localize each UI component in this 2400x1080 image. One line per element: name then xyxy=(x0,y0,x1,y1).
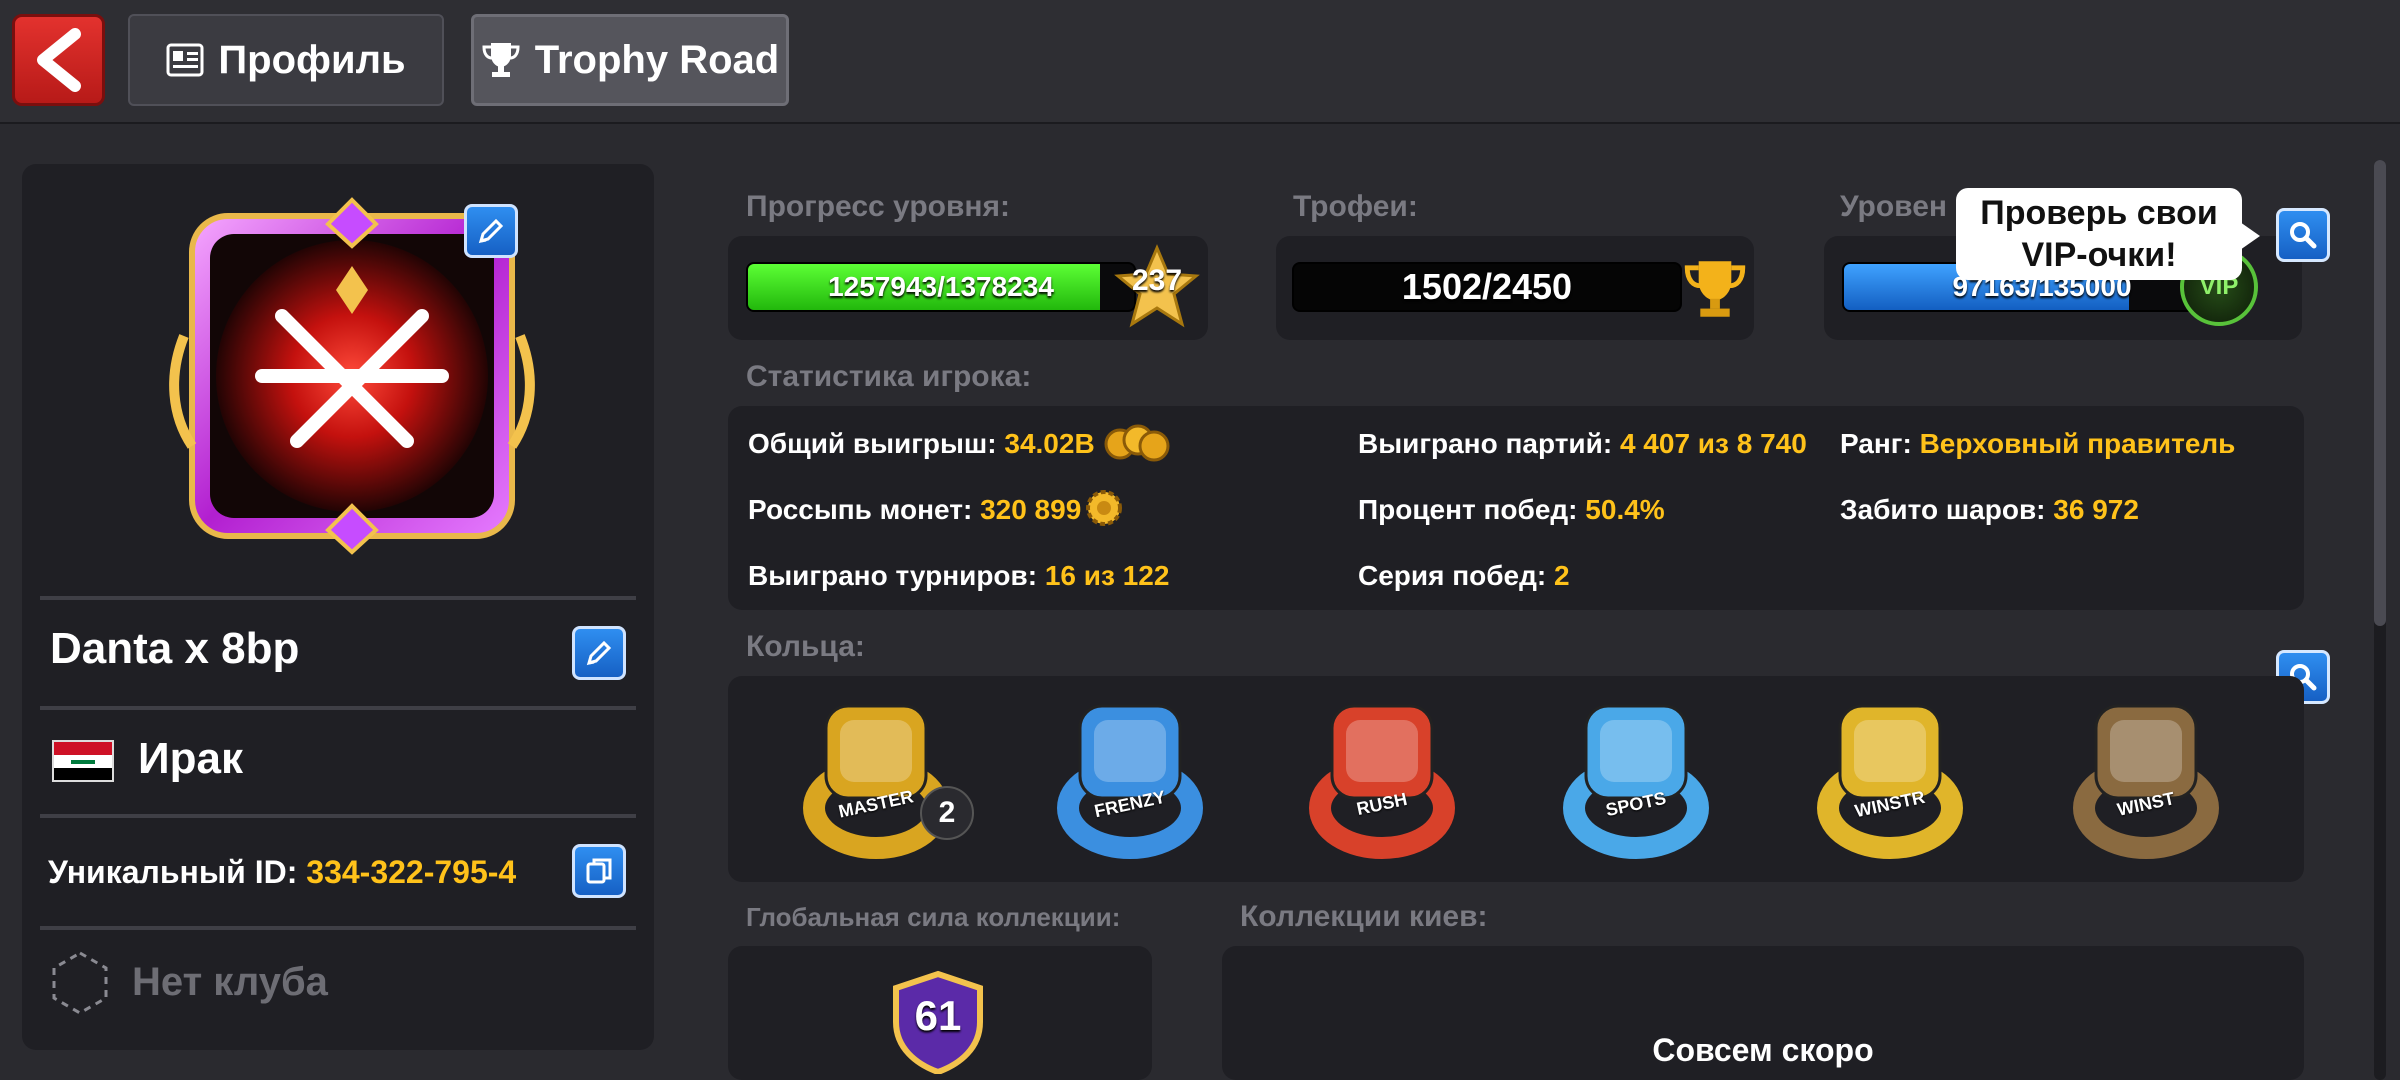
stat-balls-value: 36 972 xyxy=(2053,494,2139,525)
coins-stack-icon xyxy=(1104,424,1170,462)
ring-icon xyxy=(1563,704,1709,859)
trophies-title: Трофеи: xyxy=(1293,190,1418,223)
stat-streak-label: Серия побед: xyxy=(1358,560,1547,591)
divider xyxy=(40,926,636,930)
stat-games-won: Выиграно партий: 4 407 из 8 740 xyxy=(1358,428,1807,460)
stat-win-pct-label: Процент побед: xyxy=(1358,494,1578,525)
club-name[interactable]: Нет клуба xyxy=(132,960,328,1005)
stat-total-win-label: Общий выигрыш: xyxy=(748,428,997,459)
pencil-icon xyxy=(586,640,612,666)
rings-title: Кольца: xyxy=(746,630,865,663)
edit-avatar-button[interactable] xyxy=(464,204,518,258)
ring-item[interactable]: MASTER 2 xyxy=(796,690,974,860)
trophies-value: 1502/2450 xyxy=(1401,266,1573,307)
stat-total-win-value: 34.02B xyxy=(1004,428,1095,459)
stat-total-win: Общий выигрыш: 34.02B xyxy=(748,428,1095,460)
stat-win-pct: Процент побед: 50.4% xyxy=(1358,494,1665,526)
vip-title: Уровен xyxy=(1840,190,1948,223)
ring-item[interactable]: SPOTS xyxy=(1556,690,1716,860)
ring-icon xyxy=(1309,704,1455,859)
stat-coin-scatter-label: Россыпь монет: xyxy=(748,494,973,525)
club-hexagon-icon xyxy=(52,951,108,1015)
unique-id-label: Уникальный ID: xyxy=(48,854,298,890)
unique-id-value: 334-322-795-4 xyxy=(306,854,517,890)
stat-balls: Забито шаров: 36 972 xyxy=(1840,494,2139,526)
ring-count-badge: 2 xyxy=(920,786,974,840)
gold-trophy-icon xyxy=(1684,261,1746,317)
vip-tooltip: Проверь свои VIP-очки! xyxy=(1956,188,2260,280)
stat-games-won-value: 4 407 из 8 740 xyxy=(1619,428,1807,459)
stat-tournaments: Выиграно турниров: 16 из 122 xyxy=(748,560,1169,592)
ring-item[interactable]: RUSH xyxy=(1302,690,1462,860)
collection-power-title: Глобальная сила коллекции: xyxy=(746,902,1121,932)
level-number: 237 xyxy=(1131,264,1183,297)
pencil-icon xyxy=(478,218,504,244)
stat-streak: Серия побед: 2 xyxy=(1358,560,1570,592)
collection-power-value: 61 xyxy=(914,992,962,1039)
copy-icon xyxy=(586,858,612,884)
edit-name-button[interactable] xyxy=(572,626,626,680)
tab-profile[interactable]: Профиль xyxy=(128,14,444,106)
stat-streak-value: 2 xyxy=(1554,560,1570,591)
trophies-box[interactable]: 1502/2450 xyxy=(1276,236,1754,340)
cue-collections-title: Коллекции киев: xyxy=(1240,900,1488,933)
stat-win-pct-value: 50.4% xyxy=(1585,494,1665,525)
level-title: Прогресс уровня: xyxy=(746,190,1011,223)
tab-trophy-road-label: Trophy Road xyxy=(534,37,780,82)
ring-icon xyxy=(2073,704,2219,859)
stat-coin-scatter: Россыпь монет: 320 899 xyxy=(748,494,1081,526)
collection-power-box: 61 xyxy=(728,946,1152,1080)
stat-tournaments-label: Выиграно турниров: xyxy=(748,560,1038,591)
copy-id-button[interactable] xyxy=(572,844,626,898)
divider xyxy=(40,814,636,818)
ring-item[interactable]: WINSTR xyxy=(1810,690,1970,860)
stat-games-won-label: Выиграно партий: xyxy=(1358,428,1613,459)
vip-search-button[interactable] xyxy=(2276,208,2330,262)
cue-collections-box: Совсем скоро xyxy=(1222,946,2304,1080)
level-box: 1257943/1378234 237 xyxy=(728,236,1208,340)
stat-rank-value: Верховный правитель xyxy=(1919,428,2236,459)
ring-icon xyxy=(1817,704,1963,859)
ring-item[interactable]: FRENZY xyxy=(1050,690,1210,860)
country-name: Ирак xyxy=(138,734,243,783)
divider xyxy=(40,706,636,710)
profile-card-icon xyxy=(166,43,204,77)
top-bar: Профиль Trophy Road xyxy=(0,0,2400,124)
divider xyxy=(40,596,636,600)
trophy-icon xyxy=(482,43,520,77)
stat-rank-label: Ранг: xyxy=(1840,428,1912,459)
trophies-bar: 1502/2450 xyxy=(1292,262,1682,312)
unique-id: Уникальный ID: 334-322-795-4 xyxy=(48,854,516,891)
tab-profile-label: Профиль xyxy=(218,37,406,82)
level-progress-bar: 1257943/1378234 xyxy=(746,262,1136,312)
stat-balls-label: Забито шаров: xyxy=(1840,494,2046,525)
scrollbar-thumb[interactable] xyxy=(2374,160,2386,626)
stats-title: Статистика игрока: xyxy=(746,360,1032,393)
player-name: Danta x 8bp xyxy=(50,624,300,673)
cue-collections-status: Совсем скоро xyxy=(1652,1032,1874,1068)
tab-trophy-road[interactable]: Trophy Road xyxy=(471,14,789,106)
profile-panel: Danta x 8bp Ирак Уникальный ID: 334-322-… xyxy=(22,164,654,1050)
coin-icon xyxy=(1086,490,1122,526)
magnifier-icon xyxy=(2290,222,2317,249)
ring-icon xyxy=(1057,704,1203,859)
back-button[interactable] xyxy=(12,14,105,106)
stat-coin-scatter-value: 320 899 xyxy=(980,494,1082,525)
back-arrow-icon xyxy=(36,28,81,92)
stat-rank: Ранг: Верховный правитель xyxy=(1840,428,2235,460)
ring-item[interactable]: WINST xyxy=(2066,690,2226,860)
stats-box: Общий выигрыш: 34.02B Россыпь монет: 320… xyxy=(728,406,2304,610)
level-progress-text: 1257943/1378234 xyxy=(828,271,1054,302)
stat-tournaments-value: 16 из 122 xyxy=(1044,560,1170,591)
iraq-flag-icon xyxy=(52,740,114,782)
